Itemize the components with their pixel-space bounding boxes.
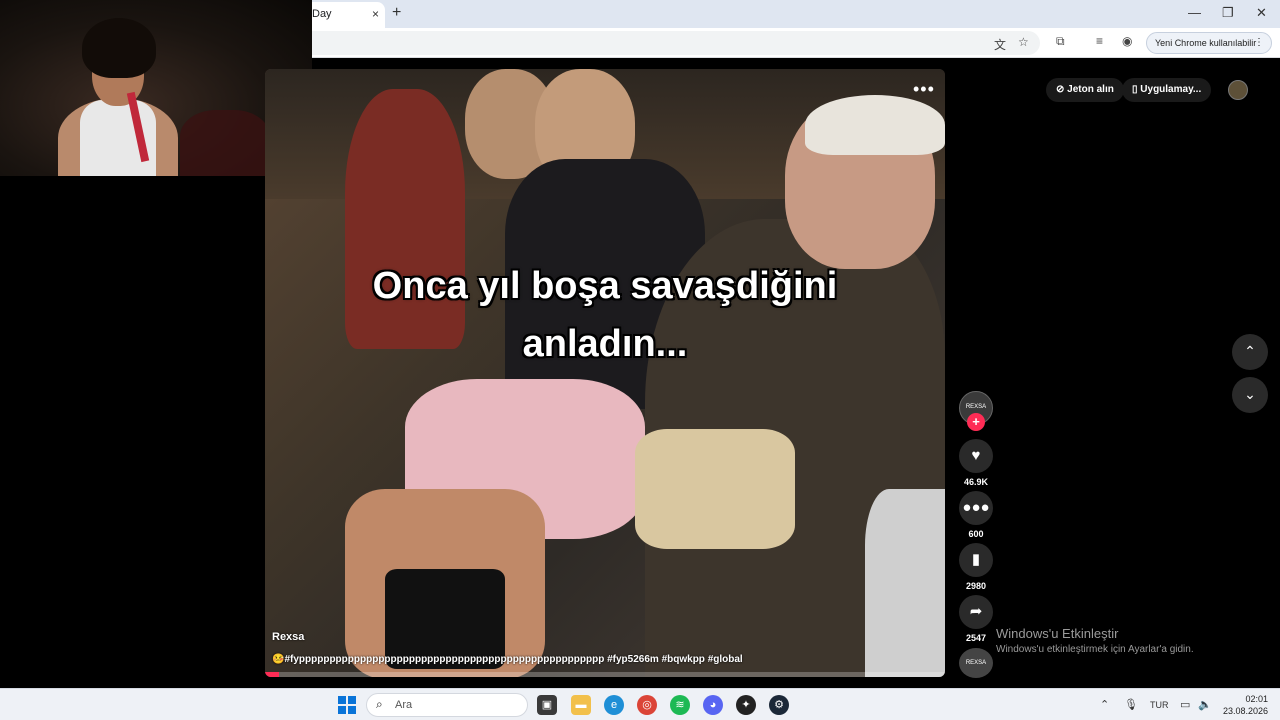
video-scene-bag bbox=[635, 429, 795, 549]
clock-time: 02:01 bbox=[1245, 694, 1268, 704]
start-windows-icon[interactable] bbox=[338, 696, 356, 714]
taskbar-clock[interactable]: 02:01 23.08.2026 bbox=[1222, 693, 1268, 717]
coin-icon: ⊘ bbox=[1056, 84, 1068, 95]
save-count: 2980 bbox=[965, 581, 987, 591]
volume-icon[interactable]: 🔈 bbox=[1198, 698, 1212, 711]
previous-video-chevron-up-icon[interactable]: ⌃ bbox=[1232, 334, 1268, 370]
discord-icon[interactable]: ◕ bbox=[703, 695, 723, 715]
language-indicator[interactable]: TUR bbox=[1150, 700, 1169, 710]
webcam-person-hair bbox=[82, 18, 156, 78]
caption-line-1: Onca yıl boşa savaşdiğini bbox=[372, 265, 838, 307]
maximize-button[interactable]: ❐ bbox=[1222, 5, 1234, 21]
get-app-button[interactable]: ▯ Uygulamay... bbox=[1122, 78, 1212, 102]
taskbar-search-placeholder: Ara bbox=[395, 699, 413, 711]
get-coins-label: Jeton alın bbox=[1067, 84, 1114, 95]
spotify-icon[interactable]: ≋ bbox=[670, 695, 690, 715]
like-count: 46.9K bbox=[963, 477, 989, 487]
video-scene-old-man-hair bbox=[805, 95, 945, 155]
new-tab-button[interactable]: + bbox=[392, 4, 401, 22]
video-progress-fill bbox=[265, 672, 279, 677]
profile-icon[interactable]: ◉ bbox=[1122, 34, 1132, 48]
close-window-button[interactable]: ✕ bbox=[1256, 5, 1267, 21]
webcam-background bbox=[180, 110, 270, 176]
share-count: 2547 bbox=[965, 633, 987, 643]
minimize-button[interactable]: — bbox=[1188, 5, 1201, 20]
comment-count: 600 bbox=[968, 529, 984, 539]
video-progress-bar[interactable] bbox=[265, 672, 945, 677]
file-explorer-icon[interactable]: ▬ bbox=[571, 695, 591, 715]
windows-taskbar: ⌕ Ara ▣ ▬ e ◎ ≋ ◕ ✦ ⚙ ⌃ 🎙 TUR ▭ 🔈 02:01 … bbox=[0, 688, 1280, 720]
video-hashtags[interactable]: 🤒#fypppppppppppppppppppppppppppppppppppp… bbox=[272, 654, 743, 665]
video-caption: Onca yıl boşa savaşdiğini anladın... bbox=[265, 257, 945, 373]
chrome-browser-icon[interactable]: ◎ bbox=[637, 695, 657, 715]
windows-activation-watermark: Windows'u Etkinleştir Windows'u etkinleş… bbox=[996, 626, 1194, 655]
task-view-icon[interactable]: ▣ bbox=[537, 695, 557, 715]
music-disc-avatar[interactable]: REXSA bbox=[959, 648, 993, 678]
reading-list-icon[interactable]: ≡ bbox=[1096, 34, 1103, 48]
comment-icon[interactable]: ●●● bbox=[959, 491, 993, 525]
chrome-update-button[interactable]: Yeni Chrome kullanılabilir ⋮ bbox=[1146, 32, 1272, 54]
app-shortcut-icon[interactable]: ✦ bbox=[736, 695, 756, 715]
follow-button[interactable]: + bbox=[967, 413, 985, 431]
translate-icon[interactable]: 文 bbox=[994, 36, 1006, 53]
like-heart-icon[interactable]: ♥ bbox=[959, 439, 993, 473]
watermark-title: Windows'u Etkinleştir bbox=[996, 626, 1119, 641]
search-icon: ⌕ bbox=[376, 697, 383, 711]
extensions-icon[interactable]: ⧉ bbox=[1056, 34, 1065, 49]
network-icon[interactable]: ▭ bbox=[1180, 698, 1190, 711]
browser-tab[interactable]: Day × bbox=[300, 2, 385, 28]
get-coins-button[interactable]: ⊘ Jeton alın bbox=[1046, 78, 1124, 102]
video-scene-backpack bbox=[865, 489, 945, 677]
next-video-chevron-down-icon[interactable]: ⌄ bbox=[1232, 377, 1268, 413]
microphone-icon[interactable]: 🎙 bbox=[1124, 698, 1138, 711]
watermark-subtitle: Windows'u etkinleştirmek için Ayarlar'a … bbox=[996, 644, 1194, 655]
bookmark-star-icon[interactable]: ☆ bbox=[1018, 35, 1029, 49]
address-bar[interactable]: 文 ☆ bbox=[300, 31, 1040, 55]
chrome-menu-icon[interactable]: ⋮ bbox=[1254, 37, 1264, 48]
chrome-update-label: Yeni Chrome kullanılabilir bbox=[1155, 38, 1257, 48]
video-more-options-icon[interactable]: ••• bbox=[913, 79, 935, 100]
creator-name[interactable]: Rexsa bbox=[272, 631, 304, 643]
user-avatar[interactable] bbox=[1228, 80, 1248, 100]
tab-close-icon[interactable]: × bbox=[372, 7, 379, 21]
bookmark-icon[interactable]: ▮ bbox=[959, 543, 993, 577]
edge-browser-icon[interactable]: e bbox=[604, 695, 624, 715]
tray-overflow-chevron-icon[interactable]: ⌃ bbox=[1100, 698, 1109, 711]
caption-line-2: anladın... bbox=[522, 323, 688, 365]
taskbar-search-input[interactable]: ⌕ Ara bbox=[366, 693, 528, 717]
share-arrow-icon[interactable]: ➦ bbox=[959, 595, 993, 629]
get-app-label: Uygulamay... bbox=[1140, 84, 1202, 95]
video-player[interactable]: ••• Onca yıl boşa savaşdiğini anladın...… bbox=[265, 69, 945, 677]
steam-icon[interactable]: ⚙ bbox=[769, 695, 789, 715]
clock-date: 23.08.2026 bbox=[1222, 706, 1268, 716]
tab-title: Day bbox=[312, 8, 332, 20]
